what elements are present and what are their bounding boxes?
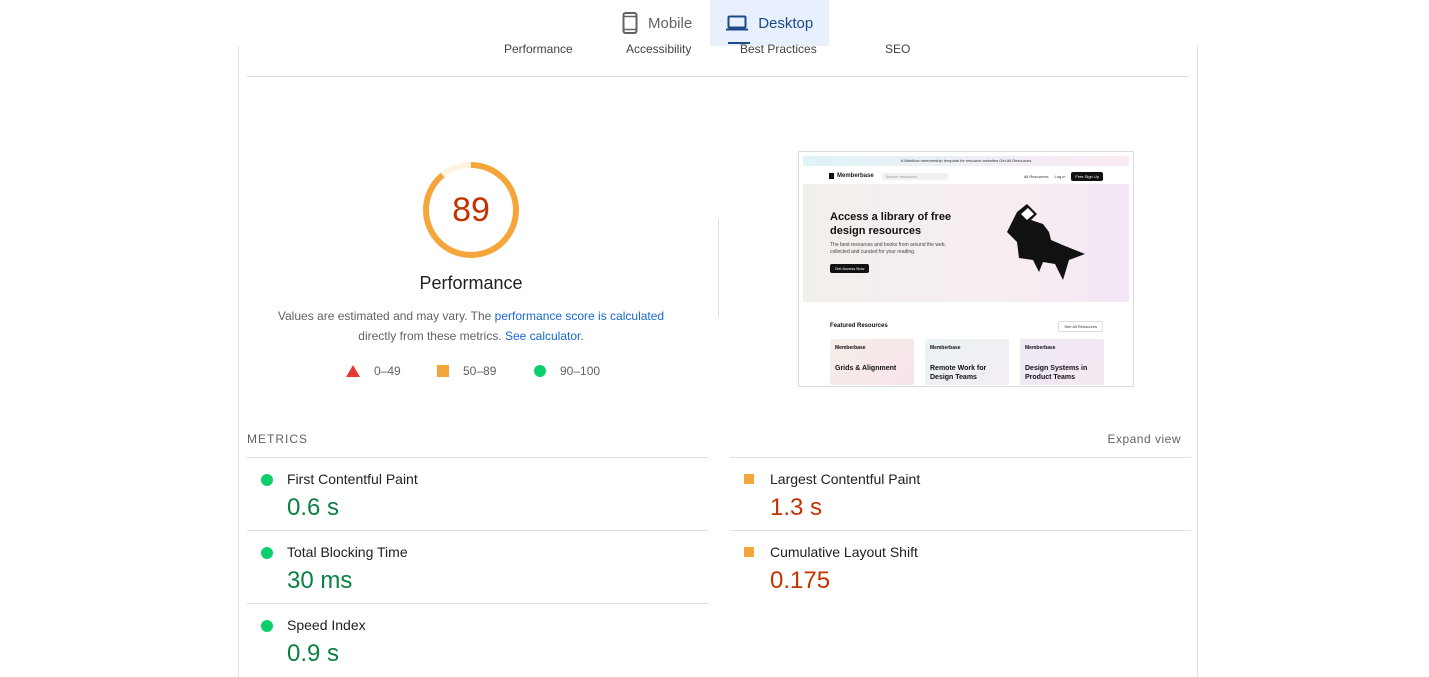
metric-name: First Contentful Paint — [287, 471, 418, 487]
desc-text-1: Values are estimated and may vary. The — [277, 309, 495, 323]
screenshot-card: Memberbase Remote Work for Design Teams — [925, 339, 1009, 385]
expand-view-toggle[interactable]: Expand view — [1107, 432, 1181, 446]
gauge-score: 89 — [452, 190, 490, 229]
metric-value: 30 ms — [287, 567, 353, 594]
screenshot-nav: Memberbase Search resources All Resource… — [829, 170, 1103, 182]
performance-score-link[interactable]: performance score is calculated — [495, 309, 664, 323]
screenshot-card-title: Grids & Alignment — [835, 365, 897, 372]
device-tabs: Mobile Desktop — [610, 0, 830, 46]
screenshot-card: Memberbase Design Systems in Product Tea… — [1020, 339, 1104, 385]
metric-value: 0.175 — [770, 567, 831, 594]
legend-pass-label: 90–100 — [560, 364, 601, 378]
laptop-icon — [726, 15, 749, 31]
screenshot-featured-title: Featured Resources — [830, 323, 888, 329]
final-screenshot[interactable]: A Webflow membership template for resour… — [798, 151, 1134, 387]
metric-first-contentful-paint[interactable]: First Contentful Paint 0.6 s — [247, 457, 708, 530]
gauge-title: Performance — [419, 273, 523, 293]
average-square-icon — [744, 474, 754, 484]
metric-total-blocking-time[interactable]: Total Blocking Time 30 ms — [247, 530, 708, 603]
legend-fail: 0–49 — [346, 364, 401, 378]
vertical-divider — [718, 219, 719, 317]
tab-best-practices[interactable]: Best Practices — [740, 42, 817, 56]
see-calculator-link[interactable]: See calculator. — [505, 329, 584, 343]
metric-name: Speed Index — [287, 617, 366, 633]
tab-desktop-label: Desktop — [758, 14, 814, 32]
fail-triangle-icon — [346, 365, 360, 377]
average-square-icon — [744, 547, 754, 557]
legend-average: 50–89 — [437, 364, 496, 378]
legend-average-label: 50–89 — [463, 364, 497, 378]
page: Mobile Desktop Performance Accessibility… — [0, 0, 1429, 677]
screenshot-hero-text: The best resources and books from around… — [830, 242, 946, 255]
desc-text-2: directly from these metrics. — [358, 329, 505, 343]
tab-desktop[interactable]: Desktop — [710, 0, 830, 46]
report-frame: Performance Accessibility Best Practices… — [238, 42, 1198, 677]
metric-name: Largest Contentful Paint — [770, 471, 921, 487]
metric-cumulative-layout-shift[interactable]: Cumulative Layout Shift 0.175 — [730, 530, 1191, 603]
screenshot-signup: Free Sign Up — [1071, 171, 1103, 181]
metric-name: Total Blocking Time — [287, 544, 408, 560]
hero-illustration — [1007, 204, 1085, 280]
metric-speed-index[interactable]: Speed Index 0.9 s — [247, 603, 708, 676]
screenshot-card-title: Remote Work for Design Teams — [930, 365, 987, 381]
performance-gauge[interactable]: 89 — [421, 160, 521, 260]
screenshot-card: Memberbase Grids & Alignment — [830, 339, 914, 385]
screenshot-hero-title: Access a library of free design resource… — [830, 211, 952, 237]
screenshot-nav-link: All Resources — [1023, 173, 1049, 179]
screenshot-logo-icon — [829, 173, 834, 179]
pass-circle-icon — [261, 474, 273, 486]
screenshot-card-title: Design Systems in Product Teams — [1025, 365, 1088, 381]
pass-circle-icon — [261, 620, 273, 632]
screenshot-card-logo: Memberbase — [930, 345, 961, 351]
tab-seo[interactable]: SEO — [885, 42, 910, 56]
tab-accessibility[interactable]: Accessibility — [626, 42, 691, 56]
average-square-icon — [437, 365, 449, 377]
tab-mobile[interactable]: Mobile — [610, 0, 710, 46]
screenshot-hero: Access a library of free design resource… — [803, 184, 1129, 302]
pass-circle-icon — [261, 547, 273, 559]
screenshot-search: Search resources — [881, 172, 948, 180]
legend-fail-label: 0–49 — [374, 364, 401, 378]
screenshot-card-logo: Memberbase — [1025, 345, 1056, 351]
metric-value: 0.9 s — [287, 640, 340, 667]
mobile-phone-icon — [622, 12, 638, 34]
tab-performance[interactable]: Performance — [504, 42, 573, 56]
metric-value: 0.6 s — [287, 494, 340, 521]
tab-mobile-label: Mobile — [648, 14, 693, 32]
screenshot-banner: A Webflow membership template for resour… — [803, 156, 1129, 166]
screenshot-card-logo: Memberbase — [835, 345, 866, 351]
metric-largest-contentful-paint[interactable]: Largest Contentful Paint 1.3 s — [730, 457, 1191, 530]
pass-circle-icon — [534, 365, 546, 377]
legend-pass: 90–100 — [534, 364, 600, 378]
screenshot-hero-button: Get Access Now — [830, 264, 870, 273]
metric-name: Cumulative Layout Shift — [770, 544, 918, 560]
metric-value: 1.3 s — [770, 494, 823, 521]
screenshot-login: Log in — [1054, 173, 1066, 179]
category-tabs: Performance Accessibility Best Practices… — [247, 42, 1189, 77]
score-description: Values are estimated and may vary. The p… — [269, 306, 673, 346]
screenshot-featured-button: See All Resources — [1058, 321, 1103, 332]
metrics-heading: METRICS — [247, 432, 308, 446]
screenshot-logo: Memberbase — [837, 173, 874, 179]
